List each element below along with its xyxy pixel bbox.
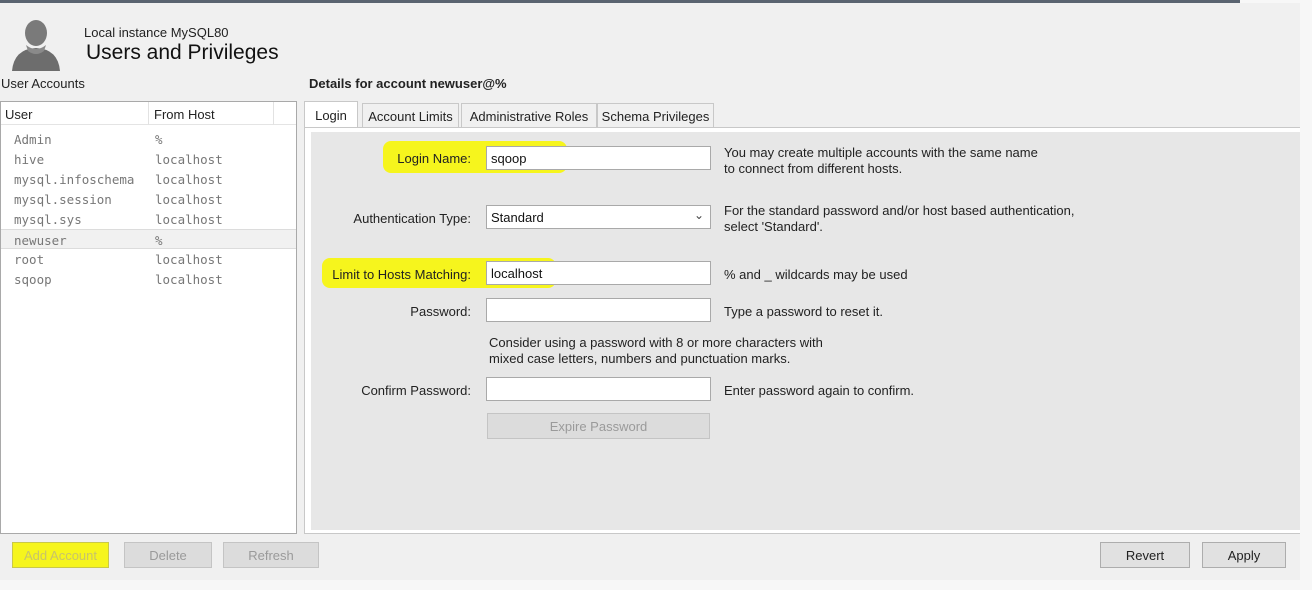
hosts-input[interactable]: localhost bbox=[486, 261, 711, 285]
user-row[interactable]: sqoop localhost bbox=[1, 269, 296, 289]
password-label: Password: bbox=[410, 304, 471, 319]
hosts-label: Limit to Hosts Matching: bbox=[332, 267, 471, 282]
user-host: localhost bbox=[155, 152, 223, 167]
user-name: sqoop bbox=[14, 272, 52, 287]
login-form bbox=[311, 132, 1301, 530]
user-row[interactable]: newuser% bbox=[1, 229, 296, 249]
tab-login[interactable]: Login bbox=[304, 101, 358, 127]
confirm-password-help: Enter password again to confirm. bbox=[724, 383, 1024, 399]
user-row[interactable]: root localhost bbox=[1, 249, 296, 269]
user-name: mysql.session bbox=[14, 192, 112, 207]
user-host: % bbox=[155, 132, 163, 147]
user-name: Admin bbox=[14, 132, 52, 147]
password-help: Type a password to reset it. bbox=[724, 304, 1024, 320]
user-host: % bbox=[155, 233, 163, 248]
user-accounts-label: User Accounts bbox=[1, 76, 85, 91]
login-name-label: Login Name: bbox=[397, 151, 471, 166]
window-edge bbox=[1300, 0, 1312, 590]
login-name-help: You may create multiple accounts with th… bbox=[724, 145, 1124, 177]
hosts-value: localhost bbox=[491, 266, 543, 281]
add-account-button[interactable]: Add Account bbox=[12, 542, 109, 568]
help-line: to connect from different hosts. bbox=[724, 161, 903, 176]
help-line: Type a password to reset it. bbox=[724, 304, 883, 319]
help-line: Consider using a password with 8 or more… bbox=[489, 335, 823, 350]
auth-type-value: Standard bbox=[491, 210, 544, 225]
password-input[interactable] bbox=[486, 298, 711, 322]
user-name: mysql.sys bbox=[14, 212, 82, 227]
user-host: localhost bbox=[155, 272, 223, 287]
hosts-help: % and _ wildcards may be used bbox=[724, 267, 1024, 283]
user-name: newuser bbox=[14, 233, 67, 248]
user-name: hive bbox=[14, 152, 45, 167]
user-row[interactable]: hive localhost bbox=[1, 149, 296, 169]
user-row[interactable]: mysql.infoschema localhost bbox=[1, 169, 296, 189]
column-header-host[interactable]: From Host bbox=[154, 107, 215, 122]
user-name: mysql.infoschema bbox=[14, 172, 135, 187]
auth-type-select[interactable]: Standard ⌄ bbox=[486, 205, 711, 229]
delete-button[interactable]: Delete bbox=[124, 542, 212, 568]
user-row[interactable]: Admin% bbox=[1, 129, 296, 149]
help-line: % and _ wildcards may be used bbox=[724, 267, 908, 282]
help-line: For the standard password and/or host ba… bbox=[724, 203, 1075, 218]
login-name-value: sqoop bbox=[491, 151, 527, 166]
user-silhouette-icon bbox=[12, 20, 60, 71]
column-header-user[interactable]: User bbox=[5, 107, 32, 122]
confirm-password-input[interactable] bbox=[486, 377, 711, 401]
user-row[interactable]: mysql.sys localhost bbox=[1, 209, 296, 229]
help-line: You may create multiple accounts with th… bbox=[724, 145, 1038, 160]
details-title: Details for account newuser@% bbox=[309, 76, 507, 91]
user-host: localhost bbox=[155, 192, 223, 207]
help-line: Enter password again to confirm. bbox=[724, 383, 915, 398]
login-tab-panel bbox=[304, 127, 1307, 534]
user-host: localhost bbox=[155, 172, 223, 187]
user-accounts-list[interactable]: User From Host Admin% hive localhost mysql.… bbox=[0, 101, 297, 534]
expire-password-button[interactable]: Expire Password bbox=[487, 413, 710, 439]
password-tip: Consider using a password with 8 or more… bbox=[489, 335, 909, 367]
window-edge bbox=[0, 580, 1312, 590]
column-separator[interactable] bbox=[148, 102, 149, 125]
instance-label: Local instance MySQL80 bbox=[84, 25, 229, 40]
user-row[interactable]: mysql.session localhost bbox=[1, 189, 296, 209]
help-line: mixed case letters, numbers and punctuat… bbox=[489, 351, 791, 366]
help-line: select 'Standard'. bbox=[724, 219, 823, 234]
header: Local instance MySQL80 Users and Privile… bbox=[0, 3, 1312, 71]
user-host: localhost bbox=[155, 212, 223, 227]
user-name: root bbox=[14, 252, 45, 267]
user-host: localhost bbox=[155, 252, 223, 267]
refresh-button[interactable]: Refresh bbox=[223, 542, 319, 568]
chevron-down-icon: ⌄ bbox=[693, 208, 704, 222]
page-title: Users and Privileges bbox=[86, 41, 279, 64]
confirm-password-label: Confirm Password: bbox=[361, 383, 471, 398]
auth-type-help: For the standard password and/or host ba… bbox=[724, 203, 1144, 235]
login-name-input[interactable]: sqoop bbox=[486, 146, 711, 170]
apply-button[interactable]: Apply bbox=[1202, 542, 1286, 568]
tab-schema-privileges[interactable]: Schema Privileges bbox=[597, 103, 714, 128]
tab-account-limits[interactable]: Account Limits bbox=[362, 103, 459, 128]
tab-administrative-roles[interactable]: Administrative Roles bbox=[461, 103, 597, 128]
auth-type-label: Authentication Type: bbox=[353, 211, 471, 226]
user-accounts-header: User From Host bbox=[1, 102, 296, 125]
revert-button[interactable]: Revert bbox=[1100, 542, 1190, 568]
column-separator[interactable] bbox=[273, 102, 274, 125]
